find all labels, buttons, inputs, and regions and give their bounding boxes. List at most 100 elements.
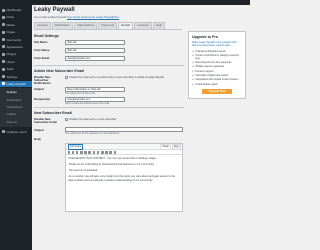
checkmark-icon: ✔ bbox=[192, 82, 195, 86]
admin-disable-checkbox[interactable] bbox=[65, 75, 69, 79]
feature-item: ✔ Subscriber insights and reports bbox=[192, 74, 229, 78]
pin-icon bbox=[2, 15, 5, 19]
sidebar-item-comments[interactable]: Comments bbox=[0, 37, 32, 43]
new-sub-disable-checkbox[interactable] bbox=[65, 118, 69, 122]
sidebar-item-leaky-paywall[interactable]: Leaky Paywall bbox=[0, 80, 32, 87]
settings-tabs: General Restrictions Subscriptions Payments… bbox=[34, 22, 182, 30]
more-icon[interactable] bbox=[109, 151, 112, 154]
from-email-input[interactable]: user@example.com bbox=[65, 56, 125, 62]
upgrade-title: Upgrade to Pro bbox=[192, 35, 218, 39]
page-icon bbox=[2, 30, 5, 34]
sidebar-subitem-add-ons[interactable]: Add-ons bbox=[0, 119, 32, 125]
tab-help[interactable]: Help bbox=[152, 22, 166, 29]
site-name-input[interactable]: Test site bbox=[65, 39, 125, 45]
paywall-icon bbox=[2, 82, 5, 86]
checkmark-icon: ✔ bbox=[192, 49, 195, 53]
collapse-menu-button[interactable]: Collapse menu bbox=[0, 129, 32, 135]
align-center-icon[interactable] bbox=[96, 151, 100, 154]
main-content: Leaky Paywall Get a high quality Paywall… bbox=[34, 7, 247, 33]
from-email-row: From Email user@example.com bbox=[34, 56, 184, 63]
feature-item: ✔ Recurring and one-time payments bbox=[192, 61, 232, 65]
new-sub-disable-row: Disable New Subscriber Email Disable the… bbox=[34, 117, 117, 125]
comment-icon bbox=[2, 38, 5, 42]
users-icon bbox=[2, 60, 5, 64]
admin-recipient-row: Recipient(s) user@example.com Admin emai… bbox=[34, 96, 184, 106]
editor-paragraph: Your account is activated. bbox=[68, 169, 98, 173]
tab-emails[interactable]: Emails bbox=[118, 22, 134, 30]
settings-form: Email Settings Site Name Test site From … bbox=[34, 31, 184, 213]
sidebar-submenu: Settings Subscribers Transactions Insights A… bbox=[0, 88, 32, 128]
promo-line: Get a high quality Paywall See all the f… bbox=[34, 15, 119, 19]
align-right-icon[interactable] bbox=[101, 151, 104, 154]
feature-item: ✔ Customizable emails bbox=[192, 82, 218, 86]
promo-link[interactable]: See all the features for Leaky Paywall P… bbox=[67, 15, 119, 19]
feature-item: ✔ Content restrictions by category and po… bbox=[192, 53, 239, 60]
media-icon bbox=[2, 23, 5, 27]
new-subscriber-heading: New Subscriber Email bbox=[34, 110, 72, 115]
tab-restrictions[interactable]: Restrictions bbox=[51, 22, 73, 29]
editor-body[interactable]: PLEASE EDIT THIS CONTENT - You can use s… bbox=[66, 155, 182, 211]
tab-payments[interactable]: Payments bbox=[98, 22, 118, 29]
page-title: Leaky Paywall bbox=[34, 7, 75, 13]
settings-icon bbox=[2, 75, 5, 79]
tab-text[interactable]: Text bbox=[171, 143, 181, 150]
admin-sidebar: Dashboard Posts Media Pages Comments Appearan… bbox=[0, 0, 32, 250]
sidebar-subitem-transactions[interactable]: Transactions bbox=[0, 104, 32, 110]
admin-bar bbox=[0, 0, 250, 5]
dashboard-icon bbox=[2, 8, 5, 12]
upgrade-now-button[interactable]: Upgrade Now bbox=[202, 88, 232, 95]
tab-subscriptions[interactable]: Subscriptions bbox=[73, 22, 98, 29]
body-editor: Add Media Visual Text PLEASE EDIT THIS C… bbox=[65, 143, 183, 213]
admin-recipient-input[interactable]: user@example.com bbox=[65, 96, 125, 102]
sidebar-item-dashboard[interactable]: Dashboard bbox=[0, 7, 32, 13]
toolbar-toggle-icon[interactable] bbox=[113, 151, 117, 154]
link-icon[interactable] bbox=[105, 151, 108, 154]
sidebar-subitem-insights[interactable]: Insights bbox=[0, 111, 32, 117]
checkmark-icon: ✔ bbox=[192, 61, 195, 65]
sidebar-item-pages[interactable]: Pages bbox=[0, 29, 32, 35]
sidebar-item-posts[interactable]: Posts bbox=[0, 14, 32, 20]
tab-general[interactable]: General bbox=[34, 22, 51, 29]
feature-item: ✔ Integrations with popular email provide… bbox=[192, 78, 239, 82]
bold-icon[interactable] bbox=[71, 151, 75, 154]
sidebar-subitem-settings[interactable]: Settings bbox=[0, 89, 32, 95]
editor-paragraph: Thank you for subscribing to %sitename% … bbox=[68, 163, 155, 167]
plugin-icon bbox=[2, 52, 5, 56]
sidebar-item-media[interactable]: Media bbox=[0, 22, 32, 28]
add-media-button[interactable]: Add Media bbox=[67, 143, 84, 150]
collapse-icon bbox=[2, 130, 5, 134]
new-sub-subject-input[interactable] bbox=[65, 127, 183, 133]
checkmark-icon: ✔ bbox=[192, 65, 195, 69]
from-name-input[interactable]: Test site bbox=[65, 47, 125, 53]
sidebar-item-tools[interactable]: Tools bbox=[0, 66, 32, 72]
paragraph-format-icon[interactable] bbox=[67, 151, 71, 154]
sidebar-item-plugins[interactable]: Plugins bbox=[0, 51, 32, 57]
feature-item: ✔ Premium support bbox=[192, 69, 214, 73]
checkmark-icon: ✔ bbox=[192, 69, 195, 73]
blockquote-icon[interactable] bbox=[88, 151, 92, 154]
feature-item: ✔ Unlimited subscription levels bbox=[192, 49, 226, 53]
sidebar-item-appearance[interactable]: Appearance bbox=[0, 44, 32, 50]
upgrade-panel: Upgrade to Pro Make Leaky Paywall more p… bbox=[188, 31, 246, 100]
checkmark-icon: ✔ bbox=[192, 74, 195, 78]
upgrade-intro: Make Leaky Paywall more powerful with ad… bbox=[192, 41, 237, 48]
sidebar-item-users[interactable]: Users bbox=[0, 59, 32, 65]
sidebar-item-settings[interactable]: Settings bbox=[0, 74, 32, 80]
body-label-row: Body bbox=[34, 137, 41, 142]
admin-new-subscriber-heading: Admin New Subscriber Email bbox=[34, 68, 84, 73]
numbered-list-icon[interactable] bbox=[84, 151, 87, 154]
checkmark-icon: ✔ bbox=[192, 78, 195, 82]
email-settings-heading: Email Settings bbox=[34, 33, 59, 38]
tab-licenses[interactable]: Licenses bbox=[134, 22, 152, 29]
bullet-list-icon[interactable] bbox=[80, 151, 83, 154]
feature-list: ✔ Unlimited subscription levels ✔ Content r… bbox=[192, 50, 242, 86]
admin-disable-row: Disable New Subscriber Notifications Dis… bbox=[34, 74, 164, 86]
tab-visual[interactable]: Visual bbox=[159, 143, 172, 150]
site-name-row: Site Name Test site bbox=[34, 39, 184, 47]
wrench-icon bbox=[2, 67, 5, 71]
feature-item: ✔ Multiple payment gateways bbox=[192, 65, 225, 69]
sidebar-subitem-subscribers[interactable]: Subscribers bbox=[0, 97, 32, 103]
italic-icon[interactable] bbox=[75, 151, 79, 154]
admin-subject-input[interactable]: New subscription on Test site bbox=[65, 86, 125, 92]
align-left-icon[interactable] bbox=[92, 151, 96, 154]
